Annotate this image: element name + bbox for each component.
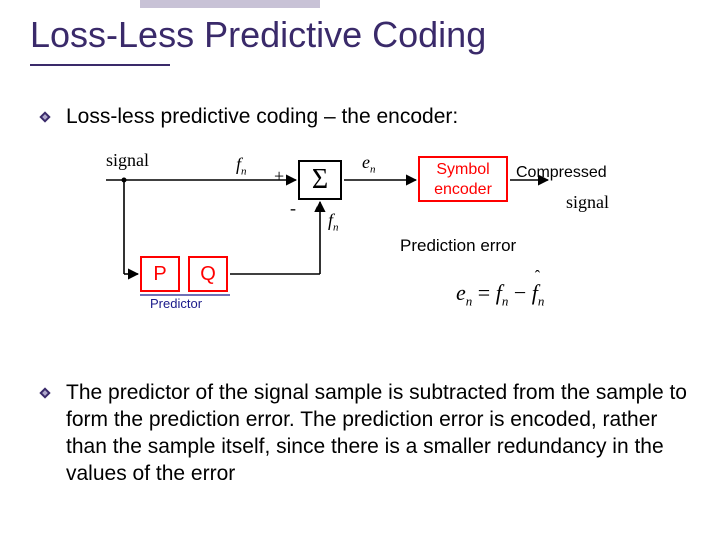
symbol-encoder-line2: encoder bbox=[420, 180, 506, 200]
label-fhat-sub: n bbox=[333, 222, 339, 234]
label-en: en bbox=[362, 152, 376, 176]
bullet-1-text: Loss-less predictive coding – the encode… bbox=[66, 104, 690, 131]
label-compressed: Compressed bbox=[516, 164, 607, 182]
svg-text:^: ^ bbox=[314, 203, 320, 217]
eq-equals: = bbox=[472, 280, 495, 305]
label-en-sub: n bbox=[370, 164, 376, 176]
predictor-p-block: P bbox=[140, 256, 180, 292]
eq-e: e bbox=[456, 280, 466, 305]
label-minus: - bbox=[290, 198, 296, 219]
eq-fhat-sub: n bbox=[538, 293, 545, 308]
symbol-encoder-line1: Symbol bbox=[420, 160, 506, 180]
label-fhat: fn bbox=[328, 210, 339, 234]
label-fn: fn bbox=[236, 154, 247, 178]
label-prediction-error: Prediction error bbox=[400, 236, 516, 256]
decorative-bar bbox=[140, 0, 320, 8]
bullet-1: Loss-less predictive coding – the encode… bbox=[38, 104, 690, 131]
summer-block: Σ bbox=[298, 160, 342, 200]
label-plus: + bbox=[274, 166, 284, 187]
slide-title: Loss-Less Predictive Coding bbox=[30, 14, 486, 56]
label-fn-sub: n bbox=[241, 166, 247, 178]
label-signal-out: signal bbox=[566, 192, 609, 213]
label-predictor: Predictor bbox=[150, 296, 202, 311]
predictor-q-block: Q bbox=[188, 256, 228, 292]
encoder-diagram: ^ signal fn + - Σ en Symbol encoder Comp… bbox=[56, 148, 656, 336]
label-signal-in: signal bbox=[106, 150, 149, 171]
label-en-base: e bbox=[362, 152, 370, 172]
bullet-2: The predictor of the signal sample is su… bbox=[38, 380, 690, 488]
diamond-bullet-icon bbox=[38, 386, 52, 400]
symbol-encoder-block: Symbol encoder bbox=[418, 156, 508, 202]
bullet-2-text: The predictor of the signal sample is su… bbox=[66, 380, 690, 488]
eq-minus: − bbox=[508, 280, 531, 305]
eq-fhat-caret: ˆ bbox=[535, 268, 540, 286]
title-underline bbox=[30, 64, 170, 66]
equation-error: en = fn − ˆfn bbox=[456, 280, 544, 309]
diamond-bullet-icon bbox=[38, 110, 52, 124]
